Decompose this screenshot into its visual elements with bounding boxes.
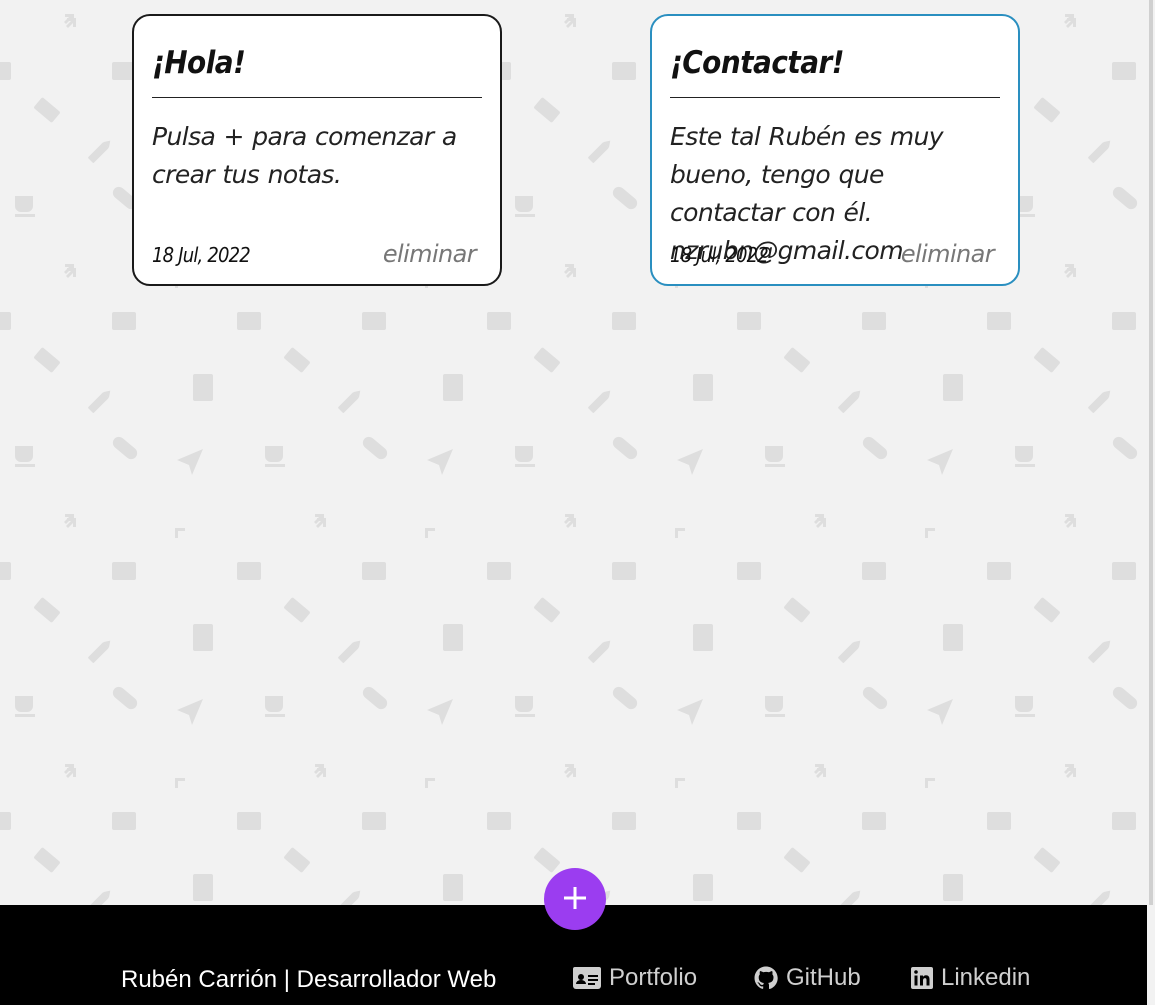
note-footer: 18 Jul, 2022 eliminar — [152, 240, 482, 268]
footer-link-label: Linkedin — [941, 964, 1031, 991]
add-note-button[interactable] — [544, 868, 606, 930]
note-divider — [152, 97, 482, 98]
note-card[interactable]: ¡Contactar! Este tal Rubén es muy bueno,… — [650, 14, 1020, 286]
linkedin-icon — [911, 967, 933, 989]
note-date: 18 Jul, 2022 — [670, 243, 769, 267]
note-divider — [670, 97, 1000, 98]
scrollbar[interactable] — [1147, 0, 1155, 1005]
note-card[interactable]: ¡Hola! Pulsa + para comenzar a crear tus… — [132, 14, 502, 286]
footer-author: Rubén Carrión | Desarrollador Web — [121, 966, 497, 993]
footer-link-label: Portfolio — [609, 964, 698, 991]
note-date: 18 Jul, 2022 — [152, 243, 251, 267]
scrollbar-thumb[interactable] — [1149, 0, 1153, 905]
footer-link-github[interactable]: GitHub — [754, 964, 861, 992]
footer-link-label: GitHub — [786, 964, 861, 991]
footer-link-linkedin[interactable]: Linkedin — [911, 964, 1030, 992]
note-title: ¡Hola! — [152, 45, 246, 81]
plus-icon — [562, 885, 588, 914]
id-card-icon — [573, 967, 601, 989]
footer-link-portfolio[interactable]: Portfolio — [573, 964, 697, 992]
note-body: Este tal Rubén es muy bueno, tengo que c… — [670, 122, 944, 265]
github-icon — [754, 966, 778, 990]
delete-note-button[interactable]: eliminar — [901, 240, 1000, 268]
note-title: ¡Contactar! — [670, 45, 845, 81]
note-body: Pulsa + para comenzar a crear tus notas. — [152, 122, 457, 189]
delete-note-button[interactable]: eliminar — [383, 240, 482, 268]
